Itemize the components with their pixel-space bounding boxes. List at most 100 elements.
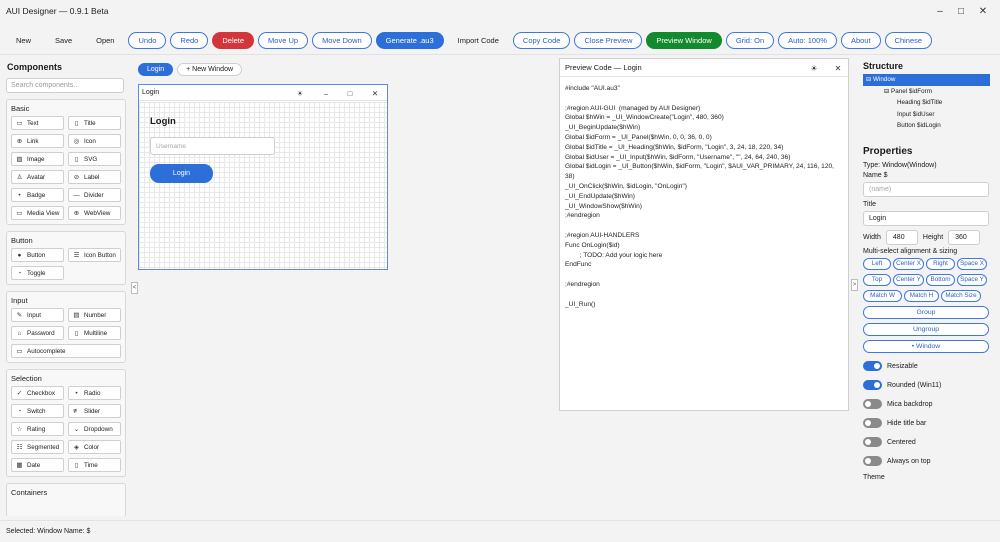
delete-button[interactable]: Delete xyxy=(212,31,255,49)
align-space-y-button[interactable]: Space Y xyxy=(957,273,987,286)
palette-icon[interactable]: ◎ Icon xyxy=(68,134,121,148)
toggle-switch[interactable] xyxy=(863,437,882,447)
palette-password[interactable]: ⌂ Password xyxy=(11,326,64,340)
width-field[interactable]: 480 xyxy=(885,229,918,245)
tree-node[interactable]: Input $idUser xyxy=(863,109,993,121)
palette-date[interactable]: ▦ Date xyxy=(11,458,64,472)
palette-autocomplete[interactable]: ▭ Autocomplete xyxy=(11,344,121,358)
close-icon[interactable]: ✕ xyxy=(830,59,846,77)
title-field[interactable]: Login xyxy=(863,210,989,226)
theme-icon[interactable]: ☀ xyxy=(806,59,822,77)
redo-button[interactable]: Redo xyxy=(170,31,209,49)
name-field[interactable]: (name) xyxy=(863,181,989,197)
palette-color[interactable]: ◈ Color xyxy=(68,440,121,454)
palette-radio[interactable]: • Radio xyxy=(68,386,121,400)
align-right-button[interactable]: Right xyxy=(926,257,955,270)
palette-media-view[interactable]: ▭ Media View xyxy=(11,206,64,220)
toggle-rounded-win11[interactable]: Rounded (Win11) xyxy=(863,376,993,395)
window-select-button[interactable]: • Window xyxy=(863,339,989,353)
palette-dropdown[interactable]: ⌄ Dropdown xyxy=(68,422,121,436)
palette-time[interactable]: ▯ Time xyxy=(68,458,121,472)
align-space-x-button[interactable]: Space X xyxy=(957,257,987,270)
toggle-centered[interactable]: Centered xyxy=(863,433,993,452)
save-button[interactable]: Save xyxy=(45,32,82,49)
open-button[interactable]: Open xyxy=(86,32,124,49)
username-input[interactable]: Username xyxy=(150,137,275,155)
toggle-switch[interactable] xyxy=(863,418,882,428)
chinese-button[interactable]: Chinese xyxy=(884,31,933,49)
auto-100-button[interactable]: Auto: 100% xyxy=(778,31,837,49)
design-window-titlebar[interactable]: Login ☀ – □ ✕ xyxy=(139,85,387,101)
minimize-icon[interactable]: – xyxy=(929,0,951,22)
palette-badge[interactable]: • Badge xyxy=(11,188,64,202)
theme-icon[interactable]: ☀ xyxy=(293,85,307,101)
toggle-hide-title-bar[interactable]: Hide title bar xyxy=(863,414,993,433)
tree-node[interactable]: Heading $idTitle xyxy=(863,97,993,109)
maximize-icon[interactable]: □ xyxy=(950,0,972,22)
palette-icon-button[interactable]: ☰ Icon Button xyxy=(68,248,121,262)
close-icon[interactable]: ✕ xyxy=(368,85,382,101)
align-bottom-button[interactable]: Bottom xyxy=(926,273,955,286)
toggle-switch[interactable] xyxy=(863,399,882,409)
tree-node[interactable]: ⊟ Window xyxy=(863,74,990,86)
ungroup-button[interactable]: Ungroup xyxy=(863,322,989,336)
toggle-switch[interactable] xyxy=(863,380,882,390)
login-button[interactable]: Login xyxy=(150,164,213,183)
toggle-always-on-top[interactable]: Always on top xyxy=(863,452,993,471)
maximize-icon[interactable]: □ xyxy=(343,85,357,101)
align-left-button[interactable]: Left xyxy=(863,257,891,270)
undo-button[interactable]: Undo xyxy=(128,31,167,49)
toggle-mica-backdrop[interactable]: Mica backdrop xyxy=(863,395,993,414)
palette-link[interactable]: ⊕ Link xyxy=(11,134,64,148)
group-button[interactable]: Group xyxy=(863,305,989,319)
move-down-button[interactable]: Move Down xyxy=(312,31,372,49)
align-match-size-button[interactable]: Match Size xyxy=(941,289,981,302)
height-field[interactable]: 360 xyxy=(948,229,981,245)
toggle-switch[interactable] xyxy=(863,361,882,371)
align-center-y-button[interactable]: Center Y xyxy=(893,273,924,286)
code-text[interactable]: #include "AUI.au3" ;#region AUI-GUI (man… xyxy=(560,77,848,316)
copy-code-button[interactable]: Copy Code xyxy=(512,31,571,49)
palette-label[interactable]: ⊘ Label xyxy=(68,170,121,184)
palette-avatar[interactable]: ♙ Avatar xyxy=(11,170,64,184)
preview-window-button[interactable]: Preview Window xyxy=(646,31,722,49)
palette-webview[interactable]: ⊕ WebView xyxy=(68,206,121,220)
grid-on-button[interactable]: Grid: On xyxy=(725,31,775,49)
close-preview-button[interactable]: Close Preview xyxy=(574,31,643,49)
close-icon[interactable]: ✕ xyxy=(972,0,994,22)
palette-title[interactable]: ▯ Title xyxy=(68,116,121,130)
tab-login[interactable]: Login xyxy=(138,63,174,76)
minimize-icon[interactable]: – xyxy=(319,85,333,101)
palette-toggle[interactable]: ◔ Toggle xyxy=(11,266,64,280)
palette-svg[interactable]: ▯ SVG xyxy=(68,152,121,166)
align-match-w-button[interactable]: Match W xyxy=(863,289,902,302)
about-button[interactable]: About xyxy=(840,31,881,49)
palette-checkbox[interactable]: ✓ Checkbox xyxy=(11,386,64,400)
new-button[interactable]: New xyxy=(6,32,41,49)
collapse-right-button[interactable]: > xyxy=(851,279,858,291)
palette-slider[interactable]: ≢ Slider xyxy=(68,404,121,418)
palette-input[interactable]: ✎ Input xyxy=(11,308,64,322)
align-top-button[interactable]: Top xyxy=(863,273,891,286)
component-search-input[interactable]: Search components... xyxy=(6,78,124,93)
palette-number[interactable]: ▤ Number xyxy=(68,308,121,322)
palette-multiline[interactable]: ▯ Multiline xyxy=(68,326,121,340)
palette-segmented[interactable]: ☷ Segmented xyxy=(11,440,64,454)
palette-text[interactable]: ▭ Text xyxy=(11,116,64,130)
palette-switch[interactable]: ◔ Switch xyxy=(11,404,64,418)
palette-image[interactable]: ▨ Image xyxy=(11,152,64,166)
tree-node[interactable]: ⊟ Panel $idForm xyxy=(863,86,993,98)
collapse-left-button[interactable]: < xyxy=(131,282,138,294)
design-grid[interactable]: Login Username Login xyxy=(139,102,387,269)
import-code-button[interactable]: Import Code xyxy=(448,32,509,49)
move-up-button[interactable]: Move Up xyxy=(258,31,309,49)
login-heading[interactable]: Login xyxy=(150,116,176,127)
generate-au3-button[interactable]: Generate .au3 xyxy=(375,31,444,49)
palette-rating[interactable]: ☆ Rating xyxy=(11,422,64,436)
palette-button[interactable]: ● Button xyxy=(11,248,64,262)
tree-node[interactable]: Button $idLogin xyxy=(863,120,993,132)
align-center-x-button[interactable]: Center X xyxy=(893,257,924,270)
align-match-h-button[interactable]: Match H xyxy=(904,289,939,302)
design-window[interactable]: Login ☀ – □ ✕ Login Username Login xyxy=(138,84,388,270)
toggle-switch[interactable] xyxy=(863,456,882,466)
